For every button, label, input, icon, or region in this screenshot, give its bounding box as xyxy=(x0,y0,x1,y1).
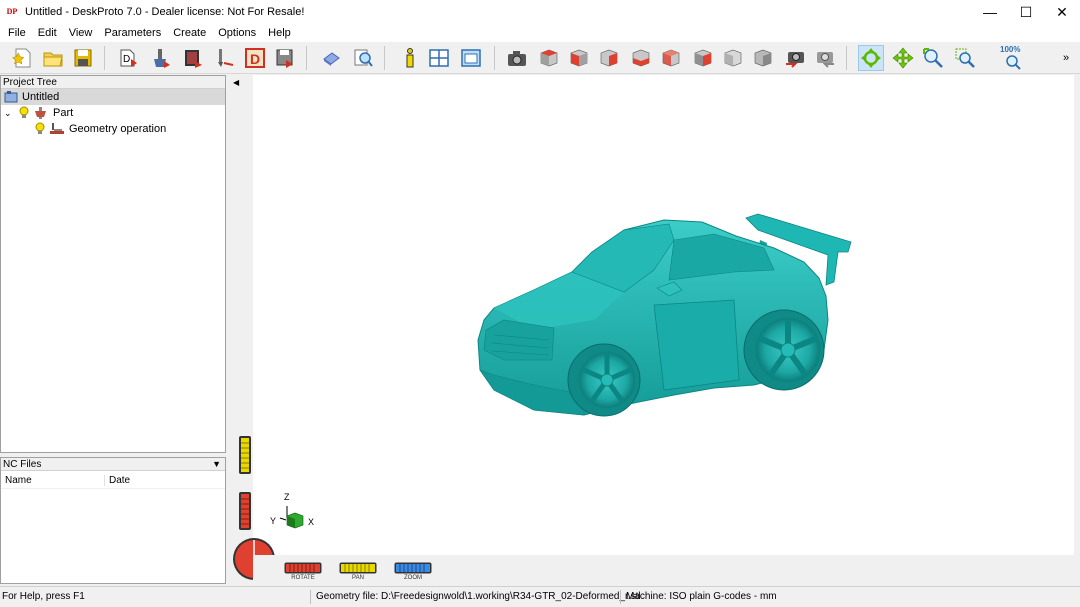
axis-gizmo: Z Y X xyxy=(269,490,319,540)
axis-y-label: Y xyxy=(270,516,277,526)
four-views-icon[interactable] xyxy=(426,45,452,71)
nc-files-title: NC Files xyxy=(3,459,42,470)
view-front-icon[interactable] xyxy=(566,45,592,71)
nc-files-panel: NC Files ▼ Name Date xyxy=(0,457,226,584)
zoom-label: ZOOM xyxy=(404,575,422,581)
project-tree-header: Project Tree xyxy=(1,76,225,89)
svg-text:D: D xyxy=(250,51,260,67)
zoom-100-button[interactable]: 100% xyxy=(998,45,1028,71)
new-file-icon[interactable] xyxy=(10,45,36,71)
maximize-button[interactable]: ☐ xyxy=(1008,0,1044,24)
deskproto-d-icon[interactable]: D xyxy=(242,45,268,71)
view-left-icon[interactable] xyxy=(658,45,684,71)
view-top-icon[interactable] xyxy=(690,45,716,71)
axis-x-label: X xyxy=(308,517,315,527)
zoom-window-icon[interactable] xyxy=(952,45,978,71)
lightbulb-icon[interactable] xyxy=(18,106,30,120)
window-view-icon[interactable] xyxy=(458,45,484,71)
project-tree-panel: Project Tree Untitled ⌄ Part Geometry op… xyxy=(0,75,226,453)
viewport-left-strip: ◀ xyxy=(229,75,275,584)
operation-parameters-icon[interactable] xyxy=(180,45,206,71)
tree-operation-label: Geometry operation xyxy=(69,123,167,135)
info-icon[interactable] xyxy=(396,45,422,71)
axis-z-label: Z xyxy=(284,492,290,502)
menu-options[interactable]: Options xyxy=(212,27,262,39)
menu-bar: File Edit View Parameters Create Options… xyxy=(0,24,1080,42)
zoom-in-icon[interactable] xyxy=(920,45,946,71)
window-title: Untitled - DeskProto 7.0 - Dealer licens… xyxy=(25,6,305,18)
nc-column-date[interactable]: Date xyxy=(105,475,130,486)
view-back-icon[interactable] xyxy=(628,45,654,71)
menu-create[interactable]: Create xyxy=(167,27,212,39)
pan-mode-icon[interactable] xyxy=(890,45,916,71)
3d-viewport[interactable]: ◀ ROTATE PAN ZOOM Z Y X xyxy=(229,75,1074,584)
lightbulb-icon[interactable] xyxy=(34,122,46,136)
pan-slider[interactable] xyxy=(339,562,377,574)
camera-redo-icon[interactable] xyxy=(812,45,838,71)
toolbar: D D 100% » xyxy=(0,42,1080,74)
menu-edit[interactable]: Edit xyxy=(32,27,63,39)
open-folder-icon[interactable] xyxy=(40,45,66,71)
nc-files-header: NC Files ▼ xyxy=(1,458,225,471)
nc-files-columns: Name Date xyxy=(1,473,225,489)
tree-item-root[interactable]: Untitled xyxy=(1,89,225,105)
eraser-icon[interactable] xyxy=(318,45,344,71)
toolpath-icon[interactable] xyxy=(212,45,238,71)
camera-icon[interactable] xyxy=(504,45,530,71)
status-bar: For Help, press F1 Geometry file: D:\Fre… xyxy=(0,586,1080,607)
tree-part-label: Part xyxy=(53,107,74,119)
view-right-icon[interactable] xyxy=(596,45,622,71)
tree-item-part[interactable]: ⌄ Part xyxy=(1,105,225,121)
dropdown-arrow-icon[interactable]: ▼ xyxy=(212,458,221,470)
rotate-label: ROTATE xyxy=(291,575,315,581)
view-bottom-icon[interactable] xyxy=(720,45,746,71)
camera-undo-icon[interactable] xyxy=(782,45,808,71)
app-icon: DP xyxy=(6,7,18,16)
view-iso-icon[interactable] xyxy=(536,45,562,71)
viewport-bottom-strip: ROTATE PAN ZOOM xyxy=(253,555,1074,584)
status-geometry-file: Geometry file: D:\Freedesignwold\1.worki… xyxy=(316,591,641,602)
save-nc-icon[interactable] xyxy=(272,45,298,71)
status-help: For Help, press F1 xyxy=(2,591,85,602)
part-icon xyxy=(35,107,46,119)
menu-view[interactable]: View xyxy=(63,27,99,39)
vertical-scrollbar[interactable] xyxy=(1074,75,1080,584)
status-machine: Machine: ISO plain G-codes - mm xyxy=(626,591,777,602)
chevron-down-icon[interactable]: ⌄ xyxy=(4,108,16,119)
car-model[interactable] xyxy=(474,210,859,440)
rotate-slider[interactable] xyxy=(284,562,322,574)
import-geometry-icon[interactable]: D xyxy=(116,45,142,71)
pan-vertical-slider[interactable] xyxy=(238,435,252,475)
title-bar: DP Untitled - DeskProto 7.0 - Dealer lic… xyxy=(0,0,1080,24)
part-parameters-icon[interactable] xyxy=(148,45,174,71)
menu-parameters[interactable]: Parameters xyxy=(98,27,167,39)
svg-text:D: D xyxy=(123,54,130,65)
rotate-mode-icon[interactable] xyxy=(858,45,884,71)
pan-label: PAN xyxy=(352,575,364,581)
inspect-icon[interactable] xyxy=(350,45,376,71)
view-wire-icon[interactable] xyxy=(750,45,776,71)
menu-help[interactable]: Help xyxy=(262,27,297,39)
project-icon xyxy=(4,91,18,103)
rotate-vertical-slider[interactable] xyxy=(238,491,252,531)
collapse-arrow-icon[interactable]: ◀ xyxy=(233,78,239,87)
close-button[interactable]: ✕ xyxy=(1044,0,1080,24)
minimize-button[interactable]: — xyxy=(972,0,1008,24)
zoom-slider[interactable] xyxy=(394,562,432,574)
tree-item-operation[interactable]: Geometry operation xyxy=(1,121,225,137)
menu-file[interactable]: File xyxy=(2,27,32,39)
operation-icon xyxy=(50,123,64,134)
nc-column-name[interactable]: Name xyxy=(1,475,105,486)
toolbar-overflow-icon[interactable]: » xyxy=(1058,45,1074,71)
save-icon[interactable] xyxy=(70,45,96,71)
tree-root-label: Untitled xyxy=(22,91,60,103)
